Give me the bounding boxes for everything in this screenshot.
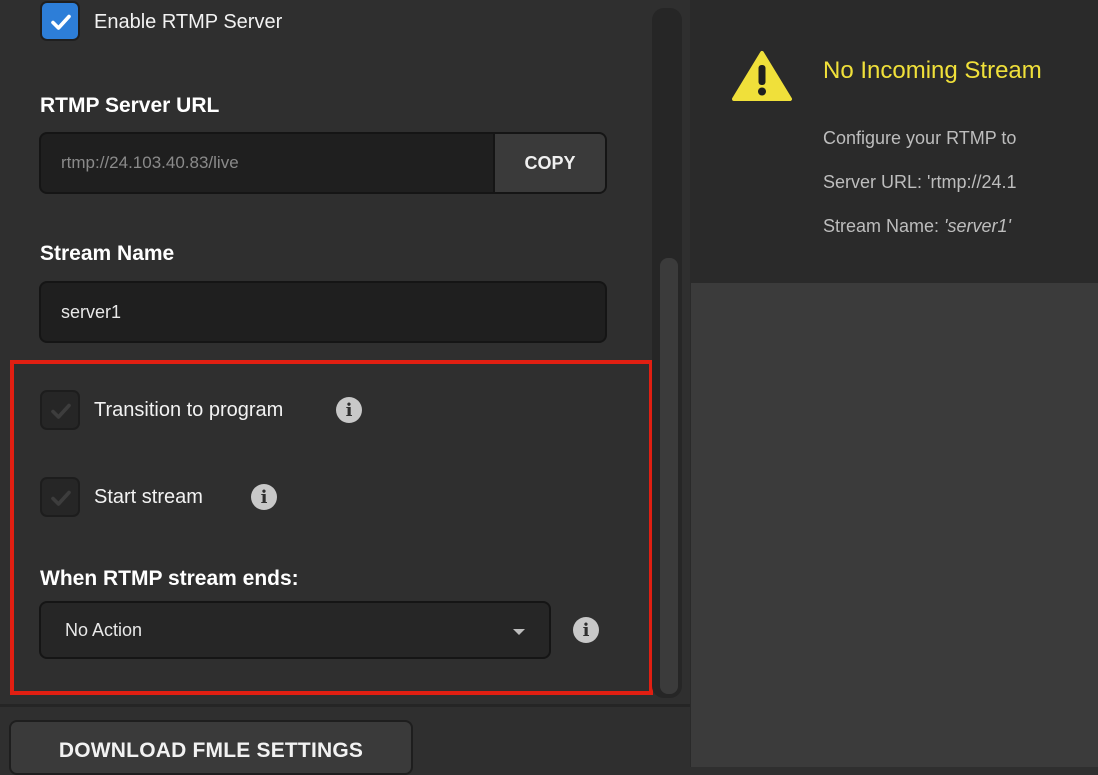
enable-rtmp-label: Enable RTMP Server: [94, 11, 283, 33]
preview-panel: No Incoming Stream Configure your RTMP t…: [690, 0, 1098, 767]
alert-line-server-url: Server URL: 'rtmp://24.1: [823, 172, 1017, 192]
no-stream-alert: No Incoming Stream Configure your RTMP t…: [691, 0, 1098, 283]
scrollbar-thumb[interactable]: [660, 258, 678, 694]
alert-stream-name-value: 'server1': [944, 216, 1011, 236]
alert-title: No Incoming Stream: [823, 57, 1042, 84]
server-url-field[interactable]: rtmp://24.103.40.83/live COPY: [39, 132, 607, 194]
info-icon[interactable]: i: [251, 484, 277, 510]
server-url-label: RTMP Server URL: [40, 94, 220, 117]
chevron-down-icon: [513, 629, 525, 635]
stream-name-label: Stream Name: [40, 242, 175, 265]
alert-stream-name-prefix: Stream Name:: [823, 216, 945, 236]
info-icon[interactable]: i: [336, 397, 362, 423]
stream-name-field[interactable]: server1: [39, 281, 607, 343]
check-icon: [51, 490, 71, 506]
start-stream-checkbox[interactable]: [40, 477, 80, 517]
divider: [0, 704, 690, 707]
transition-label: Transition to program: [94, 399, 284, 421]
enable-rtmp-checkbox[interactable]: [40, 1, 80, 41]
ends-action-select[interactable]: No Action: [39, 601, 551, 659]
alert-line-stream-name: Stream Name: 'server1': [823, 216, 1011, 237]
info-icon[interactable]: i: [573, 617, 599, 643]
start-stream-label: Start stream: [94, 486, 203, 508]
ends-select-value: No Action: [65, 619, 143, 640]
server-url-value: rtmp://24.103.40.83/live: [61, 153, 239, 172]
stream-name-value: server1: [61, 301, 122, 322]
transition-checkbox[interactable]: [40, 390, 80, 430]
ends-label: When RTMP stream ends:: [40, 567, 299, 590]
settings-panel: Enable RTMP Server RTMP Server URL rtmp:…: [0, 0, 690, 775]
warning-icon: [732, 51, 792, 101]
check-icon: [51, 14, 71, 30]
alert-line-configure: Configure your RTMP to: [823, 128, 1017, 148]
copy-button[interactable]: COPY: [493, 134, 605, 192]
check-icon: [51, 403, 71, 419]
